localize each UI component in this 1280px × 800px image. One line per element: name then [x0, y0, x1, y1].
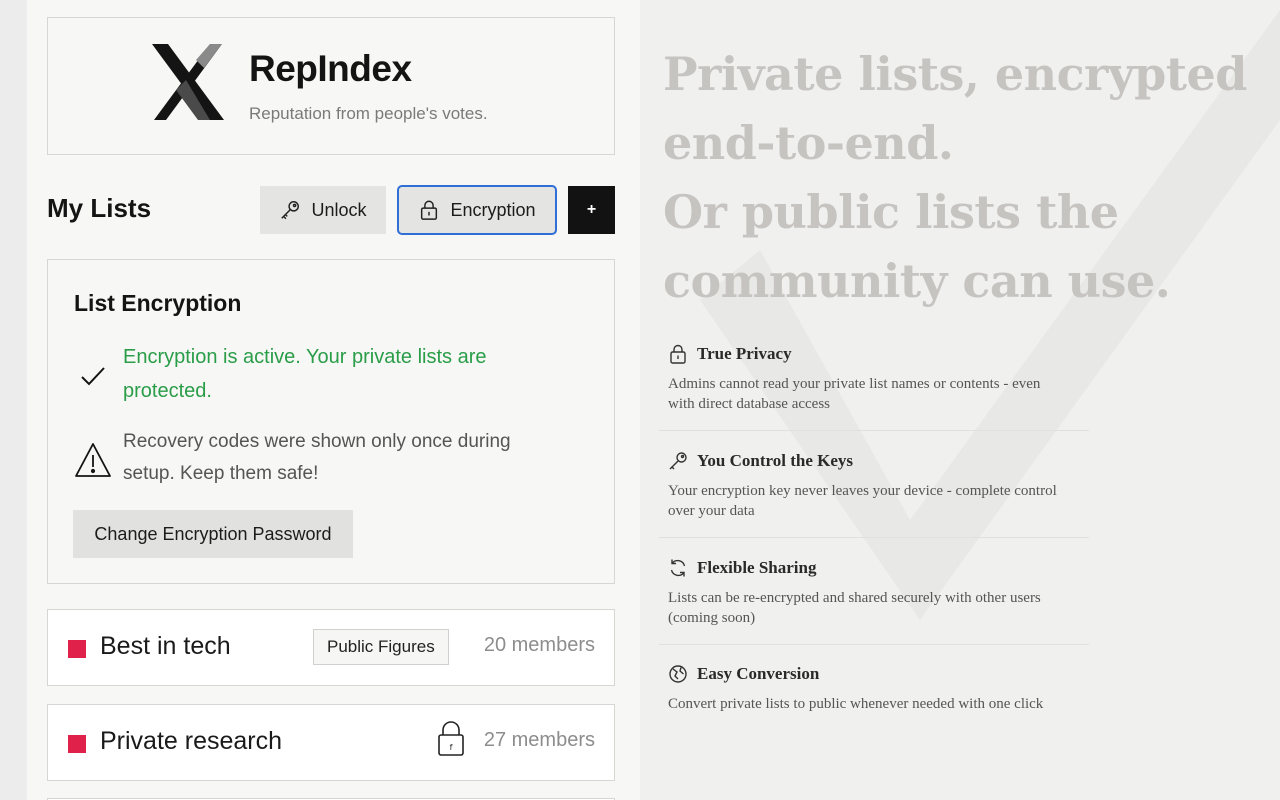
encryption-status: Encryption is active. Your private lists… — [123, 346, 487, 402]
check-icon — [81, 367, 105, 386]
feature-item-control-keys: You Control the Keys Your encryption key… — [659, 437, 1089, 538]
feature-description: Convert private lists to public whenever… — [668, 696, 1044, 712]
left-gutter — [0, 0, 27, 800]
lock-icon: f — [438, 721, 464, 756]
list-item[interactable]: Best in tech Public Figures 20 members — [47, 609, 615, 686]
feature-description: Lists can be re-encrypted and shared sec… — [668, 590, 1041, 626]
list-name: Private research — [100, 727, 283, 755]
unlock-button[interactable]: Unlock — [260, 186, 386, 234]
encryption-label: Encryption — [450, 199, 536, 220]
lists-panel: RepIndex Reputation from people's votes.… — [27, 0, 640, 800]
change-encryption-password-button[interactable]: Change Encryption Password — [73, 510, 353, 558]
feature-description: Your encryption key never leaves your de… — [668, 483, 1057, 519]
brand-name: RepIndex — [249, 48, 412, 89]
recovery-warning: Recovery codes were shown only once duri… — [123, 431, 511, 484]
encryption-panel-title: List Encryption — [74, 290, 242, 316]
warning-icon — [75, 443, 111, 477]
feature-item-easy-conversion: Easy Conversion Convert private lists to… — [659, 650, 1089, 750]
hero-line-2: Or public lists the community can use. — [663, 185, 1171, 308]
list-name: Best in tech — [100, 632, 231, 660]
repindex-logo — [152, 44, 224, 120]
feature-title: Easy Conversion — [697, 664, 820, 683]
lock-icon — [421, 200, 438, 220]
feature-title: True Privacy — [697, 344, 792, 363]
lock-icon — [670, 344, 686, 364]
feature-title: You Control the Keys — [697, 451, 853, 470]
hero-heading: Private lists, encrypted end-to-end. Or … — [663, 40, 1263, 316]
feature-description: Admins cannot read your private list nam… — [668, 376, 1041, 412]
refresh-icon — [670, 559, 686, 577]
add-list-button[interactable]: + — [568, 186, 615, 234]
brand-card: RepIndex Reputation from people's votes. — [47, 17, 615, 155]
globe-icon — [669, 665, 687, 683]
list-member-count: 20 members — [483, 634, 595, 656]
feature-item-true-privacy: True Privacy Admins cannot read your pri… — [659, 330, 1089, 431]
info-panel: Private lists, encrypted end-to-end. Or … — [640, 0, 1280, 800]
key-icon — [669, 452, 687, 470]
list-color-marker — [68, 735, 86, 753]
page-title: My Lists — [47, 193, 152, 223]
unlock-label: Unlock — [311, 199, 367, 220]
list-member-count: 27 members — [483, 729, 595, 751]
encryption-panel: List Encryption Encryption is active. Yo… — [47, 259, 615, 584]
list-item[interactable]: Private research f 27 members — [47, 704, 615, 781]
svg-text:f: f — [450, 743, 453, 752]
encryption-button[interactable]: Encryption — [397, 185, 557, 235]
key-icon — [281, 201, 300, 220]
list-category-tag: Public Figures — [313, 629, 449, 665]
hero-line-1: Private lists, encrypted end-to-end. — [663, 47, 1247, 170]
list-color-marker — [68, 640, 86, 658]
brand-tagline: Reputation from people's votes. — [249, 104, 488, 123]
feature-title: Flexible Sharing — [697, 558, 817, 577]
feature-item-flexible-sharing: Flexible Sharing Lists can be re-encrypt… — [659, 544, 1089, 645]
